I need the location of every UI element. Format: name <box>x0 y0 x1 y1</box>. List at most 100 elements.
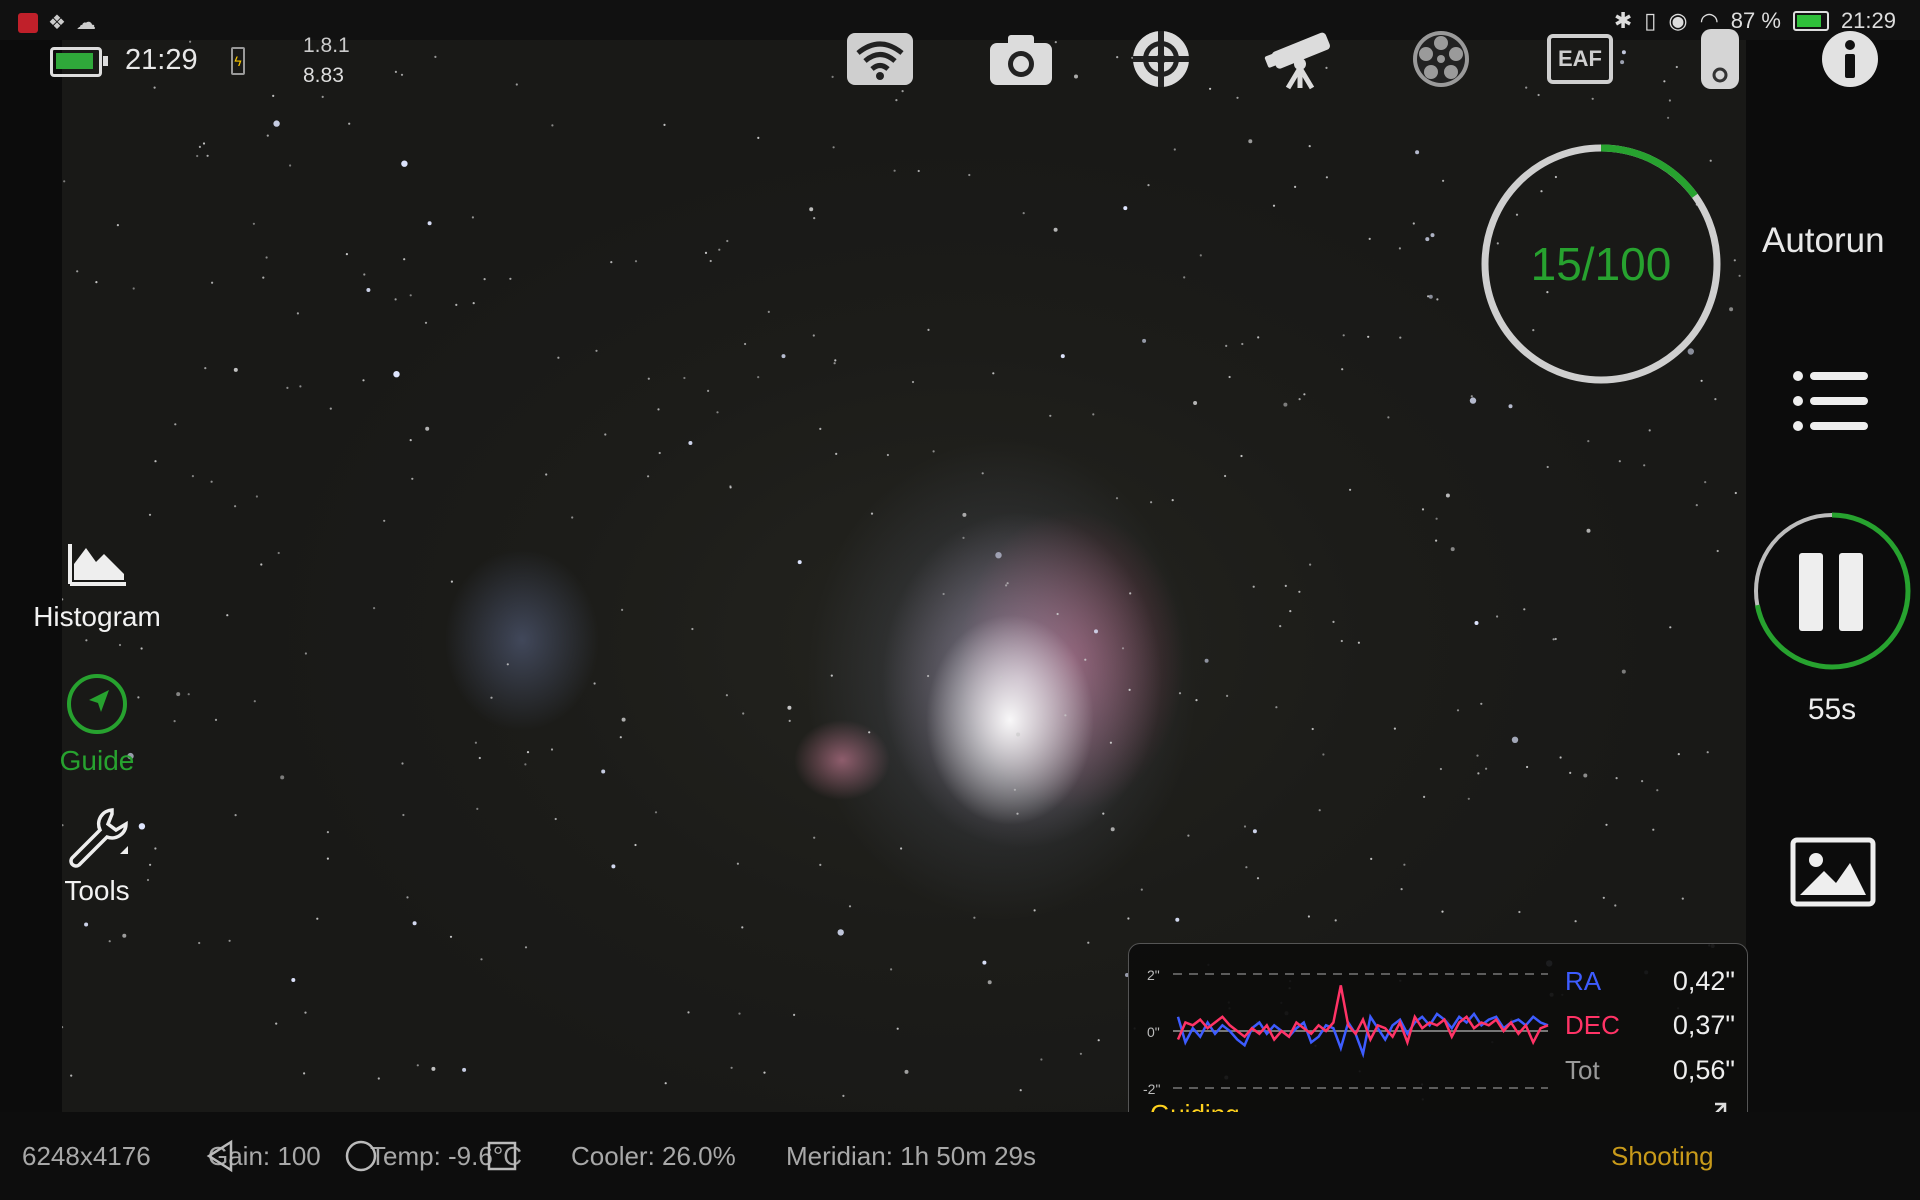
star <box>797 560 802 565</box>
star <box>654 811 658 814</box>
star <box>1243 825 1247 828</box>
star <box>316 917 319 920</box>
star <box>1228 375 1231 379</box>
camera-icon[interactable] <box>985 28 1057 90</box>
star <box>973 916 976 919</box>
eaf-icon[interactable]: EAF <box>1544 28 1616 90</box>
star <box>449 935 453 938</box>
dec-label: DEC <box>1565 1010 1620 1040</box>
star <box>901 90 904 93</box>
device-time: 21:29 <box>125 44 198 76</box>
star <box>265 256 268 259</box>
histogram-button[interactable]: Histogram <box>17 540 177 633</box>
recents-nav-icon[interactable] <box>484 1138 518 1179</box>
star <box>757 136 760 139</box>
star <box>1079 1052 1082 1055</box>
guide-button[interactable]: Guide <box>17 672 177 777</box>
star <box>234 814 237 817</box>
star <box>1430 233 1435 238</box>
star <box>995 552 1002 559</box>
star <box>1005 584 1008 587</box>
star <box>1284 584 1287 588</box>
usb-drive-icon[interactable] <box>1684 26 1756 96</box>
star <box>1435 517 1438 520</box>
star <box>1675 65 1678 69</box>
star <box>1706 751 1709 754</box>
star <box>1150 501 1153 504</box>
star <box>1357 641 1360 644</box>
star <box>1400 888 1403 891</box>
star <box>1602 896 1605 899</box>
star <box>277 551 280 555</box>
star <box>1127 917 1130 920</box>
info-icon[interactable] <box>1814 28 1886 90</box>
tools-label: Tools <box>64 875 130 906</box>
star <box>1508 404 1513 409</box>
star <box>1334 919 1337 922</box>
star <box>95 281 98 284</box>
star <box>757 376 760 379</box>
star <box>252 222 255 225</box>
star <box>1022 212 1025 215</box>
star <box>1583 773 1588 778</box>
star <box>1056 612 1059 616</box>
filter-wheel-icon[interactable] <box>1405 28 1477 90</box>
star <box>1546 465 1549 469</box>
star <box>400 73 404 76</box>
star <box>480 958 483 961</box>
star <box>1307 915 1310 918</box>
star <box>211 281 214 284</box>
gallery-icon[interactable] <box>1790 837 1876 912</box>
star <box>455 303 458 306</box>
star <box>273 120 280 127</box>
star <box>366 288 371 292</box>
star <box>1668 99 1671 102</box>
star <box>981 472 984 475</box>
y-label-bottom: -2" <box>1143 1081 1160 1094</box>
star <box>362 379 365 382</box>
star <box>962 512 967 517</box>
bluetooth-icon: ✱ <box>1613 8 1633 33</box>
y-label-zero: 0" <box>1147 1024 1160 1040</box>
star <box>813 217 816 220</box>
star <box>1236 96 1239 99</box>
star <box>1279 625 1282 628</box>
star <box>1618 460 1621 463</box>
star <box>634 843 637 847</box>
star <box>202 142 206 145</box>
guiding-graph: 2" 0" -2" <box>1143 967 1549 1094</box>
star <box>601 769 606 774</box>
star <box>304 1011 307 1014</box>
star <box>911 380 915 384</box>
star <box>1309 563 1312 566</box>
star <box>304 652 307 655</box>
star <box>1552 638 1555 641</box>
star <box>1226 694 1229 698</box>
star <box>1387 416 1390 419</box>
star <box>132 287 135 290</box>
telescope-icon[interactable] <box>1264 28 1336 90</box>
star <box>394 298 397 301</box>
star <box>210 480 213 483</box>
dec-value: 0,37" <box>1672 1010 1735 1040</box>
tools-button[interactable]: Tools <box>17 804 177 907</box>
star <box>741 926 744 929</box>
wifi-icon[interactable] <box>844 28 916 90</box>
star <box>893 169 896 172</box>
pause-button[interactable] <box>1752 511 1912 671</box>
star <box>687 1011 690 1014</box>
star <box>688 441 693 445</box>
cloud-icon: ☁ <box>75 12 96 34</box>
charging-icon: ϟ <box>231 47 245 75</box>
back-nav-icon[interactable] <box>203 1138 237 1179</box>
guide-scope-icon[interactable] <box>1125 28 1197 90</box>
star <box>718 248 721 251</box>
list-menu-icon[interactable] <box>1792 368 1870 439</box>
home-nav-icon[interactable] <box>343 1138 379 1179</box>
autorun-label[interactable]: Autorun <box>1762 221 1885 261</box>
star <box>174 423 177 426</box>
star <box>730 1066 733 1069</box>
autorun-progress-ring[interactable]: 15/100 <box>1478 141 1724 387</box>
star <box>471 216 474 219</box>
star <box>842 1094 845 1097</box>
